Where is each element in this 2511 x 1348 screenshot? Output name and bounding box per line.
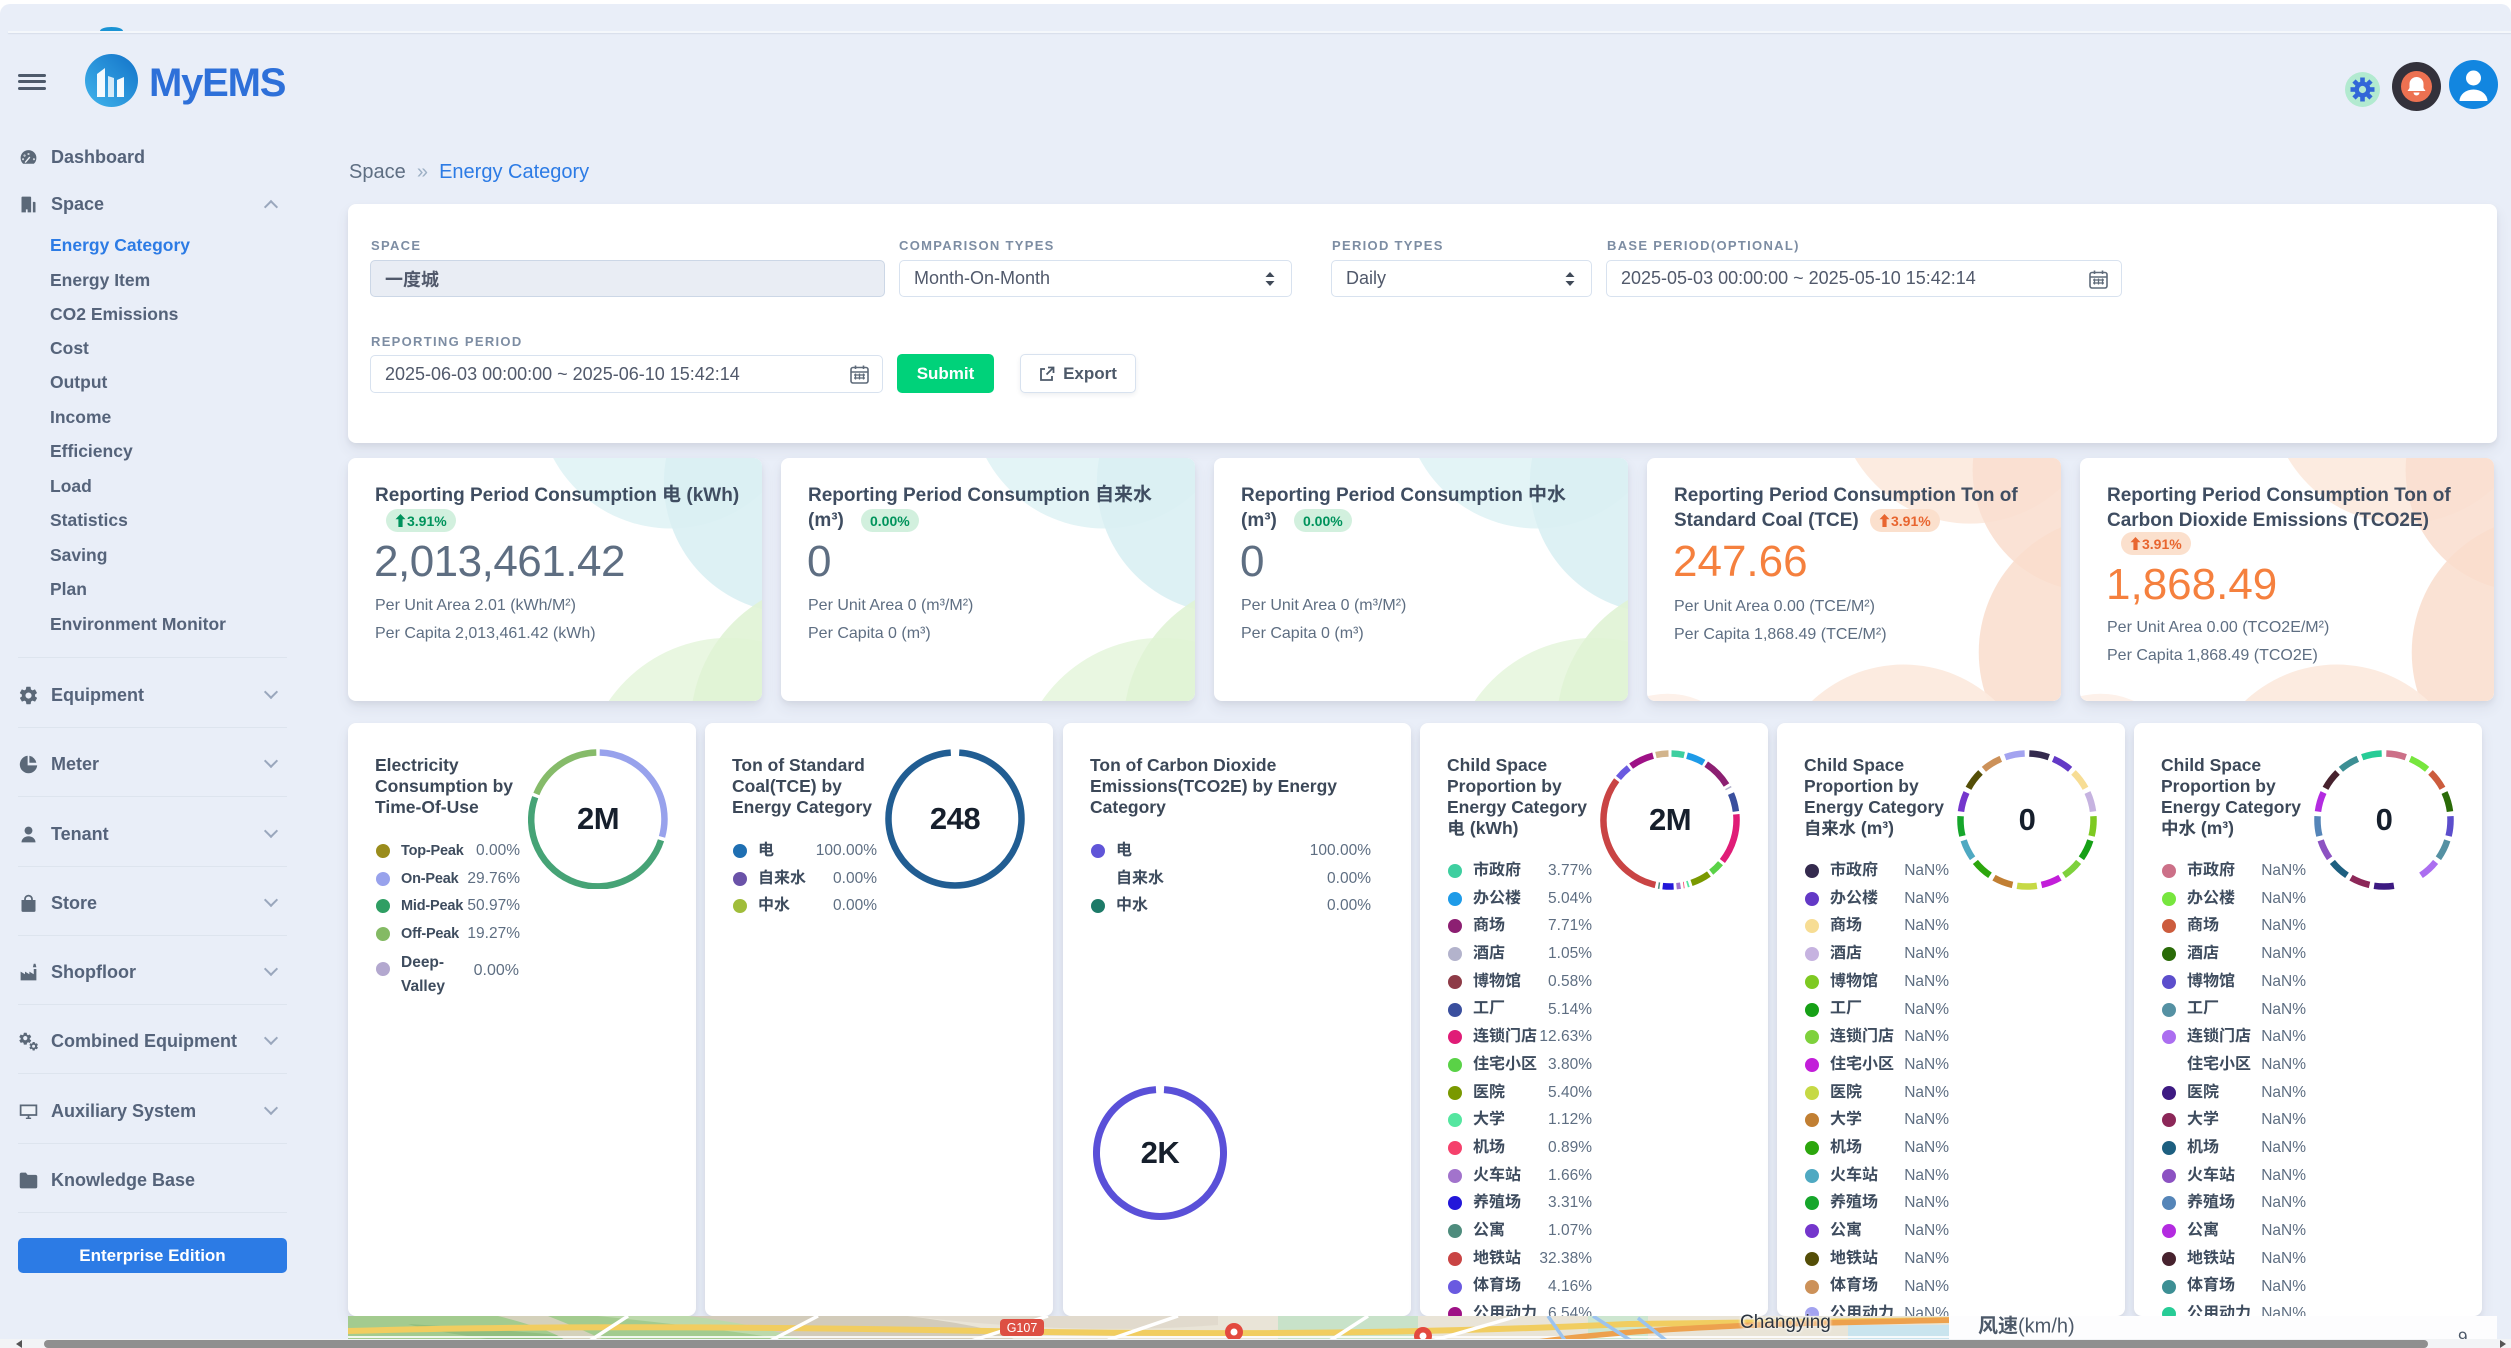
- svg-text:G107: G107: [1007, 1321, 1038, 1335]
